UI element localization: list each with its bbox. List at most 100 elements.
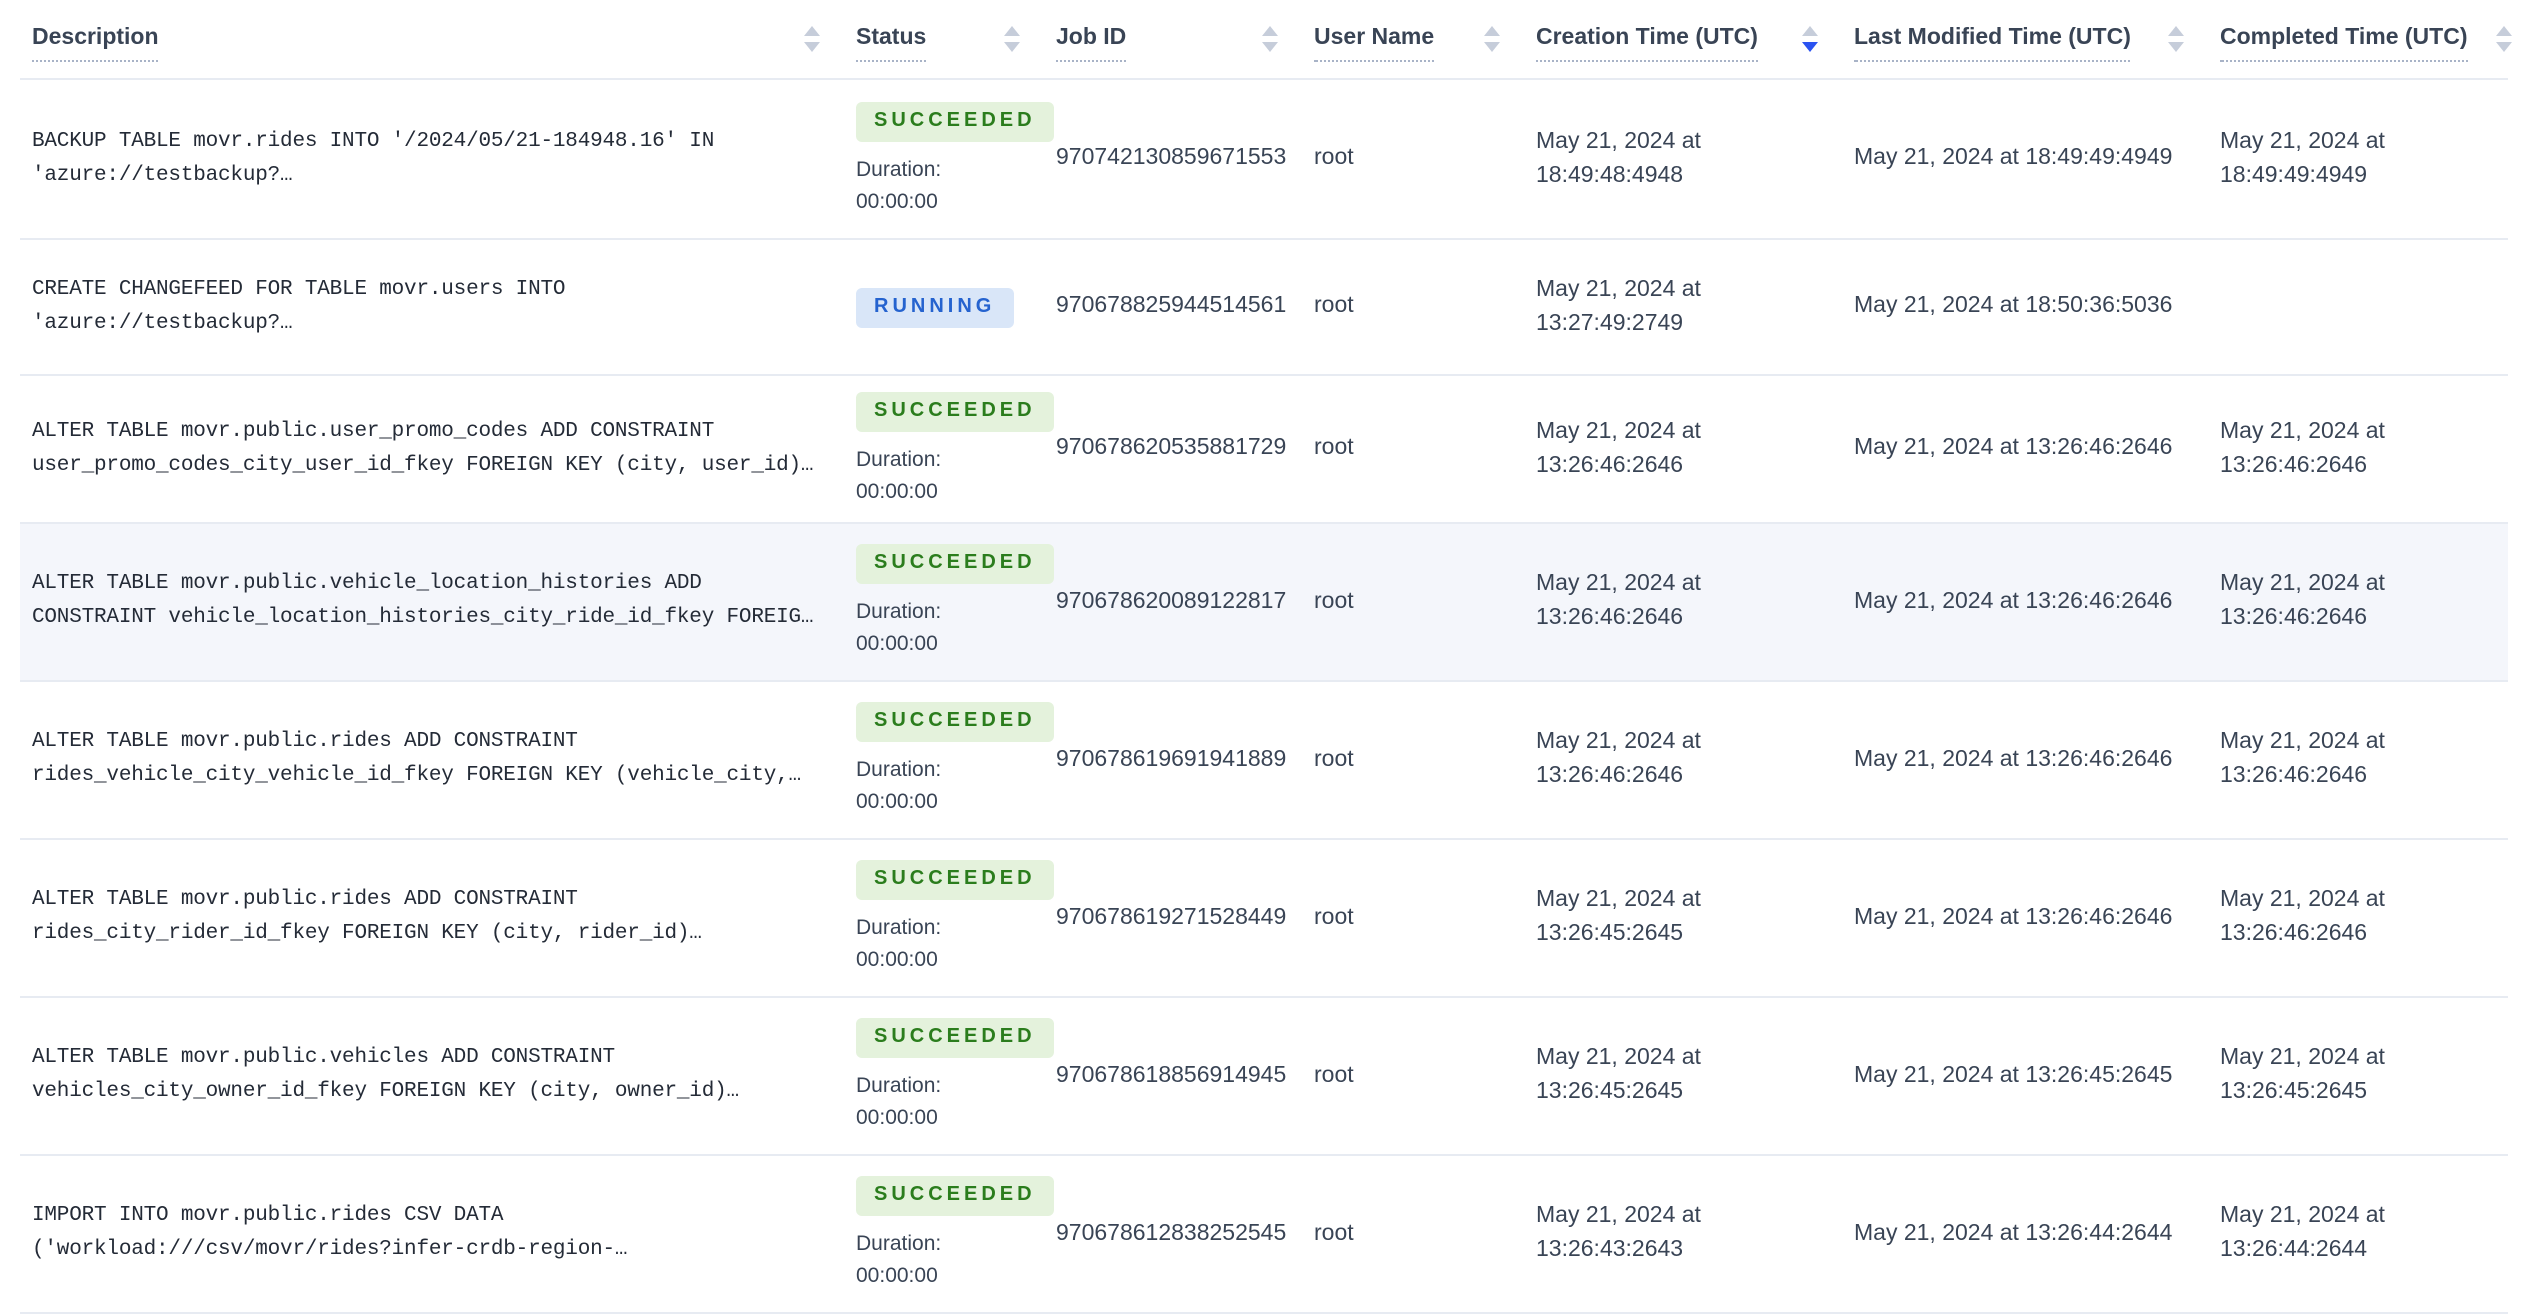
duration-label: Duration: xyxy=(856,1232,942,1256)
job-duration: Duration: 00:00:00 xyxy=(856,1070,1028,1134)
last-modified-time-cell: May 21, 2024 at 18:49:49:4949 xyxy=(1854,146,2173,171)
column-header[interactable]: Description xyxy=(32,16,856,62)
creation-time-value: May 21, 2024 at 13:26:46:2646 xyxy=(1536,572,1701,630)
column-header[interactable]: Job ID xyxy=(1056,16,1314,62)
job-description-line: IMPORT INTO movr.public.rides CSV DATA xyxy=(32,1204,504,1228)
sort-arrows-icon[interactable] xyxy=(1262,26,1278,52)
table-body: BACKUP TABLE movr.rides INTO '/2024/05/2… xyxy=(20,80,2508,1314)
job-description-cell[interactable]: ALTER TABLE movr.public.rides ADD CONSTR… xyxy=(32,726,856,794)
job-description-line: CREATE CHANGEFEED FOR TABLE movr.users I… xyxy=(32,277,566,301)
duration-value: 00:00:00 xyxy=(856,189,938,213)
table-row[interactable]: CREATE CHANGEFEED FOR TABLE movr.users I… xyxy=(20,240,2508,376)
job-description-line: vehicles_city_owner_id_fkey FOREIGN KEY … xyxy=(32,1080,739,1104)
completed-time-value: May 21, 2024 at 13:26:45:2645 xyxy=(2220,1046,2385,1104)
job-description-cell[interactable]: CREATE CHANGEFEED FOR TABLE movr.users I… xyxy=(32,273,856,341)
job-description-cell[interactable]: ALTER TABLE movr.public.vehicle_location… xyxy=(32,568,856,636)
column-header[interactable]: Last Modified Time (UTC) xyxy=(1854,16,2220,62)
status-badge: SUCCEEDED xyxy=(856,544,1054,584)
duration-label: Duration: xyxy=(856,1074,942,1098)
job-duration: Duration: 00:00:00 xyxy=(856,443,1028,507)
job-id-cell: 970678619271528449 xyxy=(1056,905,1287,930)
status-badge: SUCCEEDED xyxy=(856,101,1054,141)
table-row[interactable]: ALTER TABLE movr.public.vehicle_location… xyxy=(20,524,2508,682)
status-badge: SUCCEEDED xyxy=(856,1176,1054,1216)
job-description-line: 'azure://testbackup?… xyxy=(32,311,293,335)
job-description-cell[interactable]: ALTER TABLE movr.public.user_promo_codes… xyxy=(32,415,856,483)
completed-time-cell xyxy=(2220,290,2520,323)
creation-time-value: May 21, 2024 at 13:26:45:2645 xyxy=(1536,1046,1701,1104)
user-name-cell: root xyxy=(1314,589,1354,614)
user-name-cell: root xyxy=(1314,436,1354,461)
creation-time-cell: May 21, 2024 at 18:49:48:4948 xyxy=(1536,126,1854,193)
last-modified-time-cell: May 21, 2024 at 13:26:46:2646 xyxy=(1854,436,2173,461)
table-row[interactable]: ALTER TABLE movr.public.user_promo_codes… xyxy=(20,376,2508,524)
job-description-cell[interactable]: ALTER TABLE movr.public.rides ADD CONSTR… xyxy=(32,884,856,952)
job-description-line: rides_vehicle_city_vehicle_id_fkey FOREI… xyxy=(32,764,801,788)
table-row[interactable]: ALTER TABLE movr.public.rides ADD CONSTR… xyxy=(20,840,2508,998)
duration-label: Duration: xyxy=(856,447,942,471)
duration-label: Duration: xyxy=(856,758,942,782)
column-header[interactable]: Completed Time (UTC) xyxy=(2220,16,2520,62)
sort-arrows-icon[interactable] xyxy=(1484,26,1500,52)
column-header[interactable]: Creation Time (UTC) xyxy=(1536,16,1854,62)
duration-label: Duration: xyxy=(856,157,942,181)
job-description-line: ('workload:///csv/movr/rides?infer-crdb-… xyxy=(32,1238,628,1262)
job-description-line: user_promo_codes_city_user_id_fkey FOREI… xyxy=(32,453,814,477)
duration-label: Duration: xyxy=(856,600,942,624)
creation-time-value: May 21, 2024 at 13:26:45:2645 xyxy=(1536,888,1701,946)
duration-value: 00:00:00 xyxy=(856,1106,938,1130)
sort-arrows-icon[interactable] xyxy=(1004,26,1020,52)
completed-time-value: May 21, 2024 at 13:26:44:2644 xyxy=(2220,1204,2385,1262)
job-duration: Duration: 00:00:00 xyxy=(856,153,1028,217)
completed-time-value: May 21, 2024 at 13:26:46:2646 xyxy=(2220,419,2385,477)
job-description-cell[interactable]: BACKUP TABLE movr.rides INTO '/2024/05/2… xyxy=(32,125,856,193)
column-header[interactable]: Status xyxy=(856,16,1056,62)
duration-value: 00:00:00 xyxy=(856,632,938,656)
table-row[interactable]: BACKUP TABLE movr.rides INTO '/2024/05/2… xyxy=(20,80,2508,240)
job-status-cell: SUCCEEDED Duration: 00:00:00 xyxy=(856,544,1056,660)
job-description-line: ALTER TABLE movr.public.rides ADD CONSTR… xyxy=(32,888,578,912)
table-row[interactable]: IMPORT INTO movr.public.rides CSV DATA (… xyxy=(20,1156,2508,1314)
last-modified-time-cell: May 21, 2024 at 13:26:45:2645 xyxy=(1854,1063,2173,1088)
job-id-cell: 970678618856914945 xyxy=(1056,1063,1287,1088)
sort-arrows-icon[interactable] xyxy=(804,26,820,52)
column-header[interactable]: User Name xyxy=(1314,16,1536,62)
job-description-line: ALTER TABLE movr.public.vehicle_location… xyxy=(32,572,702,596)
completed-time-cell: May 21, 2024 at 13:26:46:2646 xyxy=(2220,727,2520,794)
job-description-line: rides_city_rider_id_fkey FOREIGN KEY (ci… xyxy=(32,922,702,946)
status-badge: SUCCEEDED xyxy=(856,1018,1054,1058)
job-duration: Duration: 00:00:00 xyxy=(856,1228,1028,1292)
column-header-label: User Name xyxy=(1314,26,1435,62)
duration-value: 00:00:00 xyxy=(856,948,938,972)
last-modified-time-cell: May 21, 2024 at 18:50:36:5036 xyxy=(1854,294,2173,319)
job-description-cell[interactable]: IMPORT INTO movr.public.rides CSV DATA (… xyxy=(32,1200,856,1268)
completed-time-value: May 21, 2024 at 13:26:46:2646 xyxy=(2220,572,2385,630)
job-description-cell[interactable]: ALTER TABLE movr.public.vehicles ADD CON… xyxy=(32,1042,856,1110)
user-name-cell: root xyxy=(1314,294,1354,319)
creation-time-cell: May 21, 2024 at 13:26:45:2645 xyxy=(1536,885,1854,952)
column-header-label: Description xyxy=(32,26,159,62)
table-row[interactable]: ALTER TABLE movr.public.rides ADD CONSTR… xyxy=(20,682,2508,840)
creation-time-cell: May 21, 2024 at 13:26:46:2646 xyxy=(1536,727,1854,794)
job-status-cell: SUCCEEDED Duration: 00:00:00 xyxy=(856,391,1056,507)
completed-time-value: May 21, 2024 at 13:26:46:2646 xyxy=(2220,888,2385,946)
duration-label: Duration: xyxy=(856,916,942,940)
job-id-cell: 970742130859671553 xyxy=(1056,146,1287,171)
job-description-line: ALTER TABLE movr.public.user_promo_codes… xyxy=(32,419,715,443)
sort-arrows-icon[interactable] xyxy=(2168,26,2184,52)
column-header-label: Status xyxy=(856,26,927,62)
job-description-line: CONSTRAINT vehicle_location_histories_ci… xyxy=(32,606,814,630)
user-name-cell: root xyxy=(1314,1063,1354,1088)
job-description-line: ALTER TABLE movr.public.vehicles ADD CON… xyxy=(32,1046,615,1070)
job-duration: Duration: 00:00:00 xyxy=(856,754,1028,818)
status-badge: SUCCEEDED xyxy=(856,702,1054,742)
jobs-table-page: Description Status Job ID User Name Crea… xyxy=(0,0,2528,1314)
column-header-label: Last Modified Time (UTC) xyxy=(1854,26,2131,62)
column-header-label: Completed Time (UTC) xyxy=(2220,26,2468,62)
sort-arrows-icon[interactable] xyxy=(2496,26,2512,52)
job-id-cell: 970678620535881729 xyxy=(1056,436,1287,461)
sort-arrows-icon[interactable] xyxy=(1802,26,1818,52)
table-row[interactable]: ALTER TABLE movr.public.vehicles ADD CON… xyxy=(20,998,2508,1156)
creation-time-value: May 21, 2024 at 13:26:46:2646 xyxy=(1536,419,1701,477)
last-modified-time-cell: May 21, 2024 at 13:26:46:2646 xyxy=(1854,589,2173,614)
